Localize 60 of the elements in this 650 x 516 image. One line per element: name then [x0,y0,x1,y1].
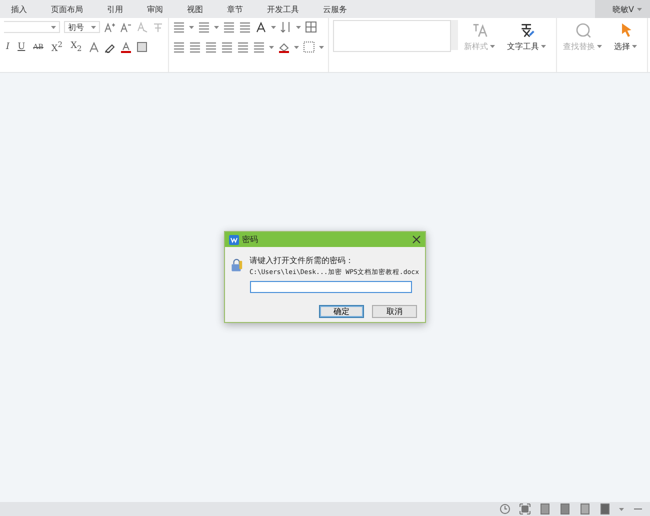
password-prompt: 请键入打开文件所需的密码： [250,255,354,266]
ribbon-tab[interactable]: 视图 [178,4,212,14]
line-spacing-icon[interactable] [253,41,265,53]
caret-icon[interactable] [271,26,276,28]
font-name-field[interactable] [4,21,60,33]
caret-icon[interactable] [319,46,324,48]
shrink-font-icon[interactable] [120,21,132,33]
table-icon[interactable] [305,21,317,33]
password-field[interactable] [250,281,412,293]
fullscreen-icon[interactable] [519,503,531,515]
text-tool-icon[interactable] [518,22,534,38]
dropdown-icon[interactable] [51,26,56,28]
caret-icon[interactable] [296,26,301,28]
sort-icon[interactable] [280,21,292,33]
caret-icon[interactable] [619,508,624,510]
format-button[interactable]: U [16,42,28,52]
ribbon-button[interactable]: 文字工具 [501,18,557,72]
clear-format-icon[interactable] [136,21,148,33]
ribbon-tab[interactable]: 页面布局 [42,4,92,14]
app-logo-icon [229,234,239,244]
dialog-button[interactable]: 确定 [319,305,364,318]
page-view-icon[interactable] [539,503,551,515]
ribbon-tab[interactable]: 插入 [2,4,36,14]
font-color-icon[interactable] [120,41,132,53]
distribute-icon[interactable] [237,41,249,53]
scrollbar[interactable] [451,20,458,50]
dialog-button[interactable]: 取消 [372,305,417,318]
text-effect-icon[interactable] [88,41,100,53]
border-icon[interactable] [303,41,315,53]
format-button[interactable]: I [4,42,12,52]
align-left-icon[interactable] [173,41,185,53]
caret-icon[interactable] [214,26,219,28]
ribbon-button[interactable]: 选择 [608,18,648,72]
ribbon-tab[interactable]: 引用 [98,4,132,14]
caret-icon[interactable] [632,45,637,48]
justify-icon[interactable] [221,41,233,53]
ribbon-tab[interactable]: 云服务 [314,4,356,14]
ribbon-tab[interactable]: 开发工具 [258,4,308,14]
align-right-icon[interactable] [205,41,217,53]
font-size-field[interactable]: 初号 [64,21,100,33]
dialog-title: 密码 [242,234,258,245]
ribbon-tab[interactable]: 审阅 [138,4,172,14]
web-view-icon[interactable] [599,503,611,515]
caret-icon[interactable] [269,46,274,48]
grow-font-icon[interactable] [104,21,116,33]
fill-color-icon[interactable] [278,41,290,53]
read-view-icon[interactable] [559,503,571,515]
dropdown-icon[interactable] [91,26,96,28]
caret-icon[interactable] [294,46,299,48]
caret-icon[interactable] [541,45,546,48]
caret-icon[interactable] [637,8,642,10]
phonetic-icon[interactable] [152,21,164,33]
format-button[interactable]: X$^{2}$ [49,40,65,54]
outline-view-icon[interactable] [579,503,591,515]
history-icon[interactable] [499,503,511,515]
caret-icon[interactable] [189,26,194,28]
shading-icon[interactable] [136,41,148,53]
align-center-icon[interactable] [189,41,201,53]
ribbon-tab[interactable]: 章节 [218,4,252,14]
format-button[interactable]: X$_{2}$ [68,41,84,53]
